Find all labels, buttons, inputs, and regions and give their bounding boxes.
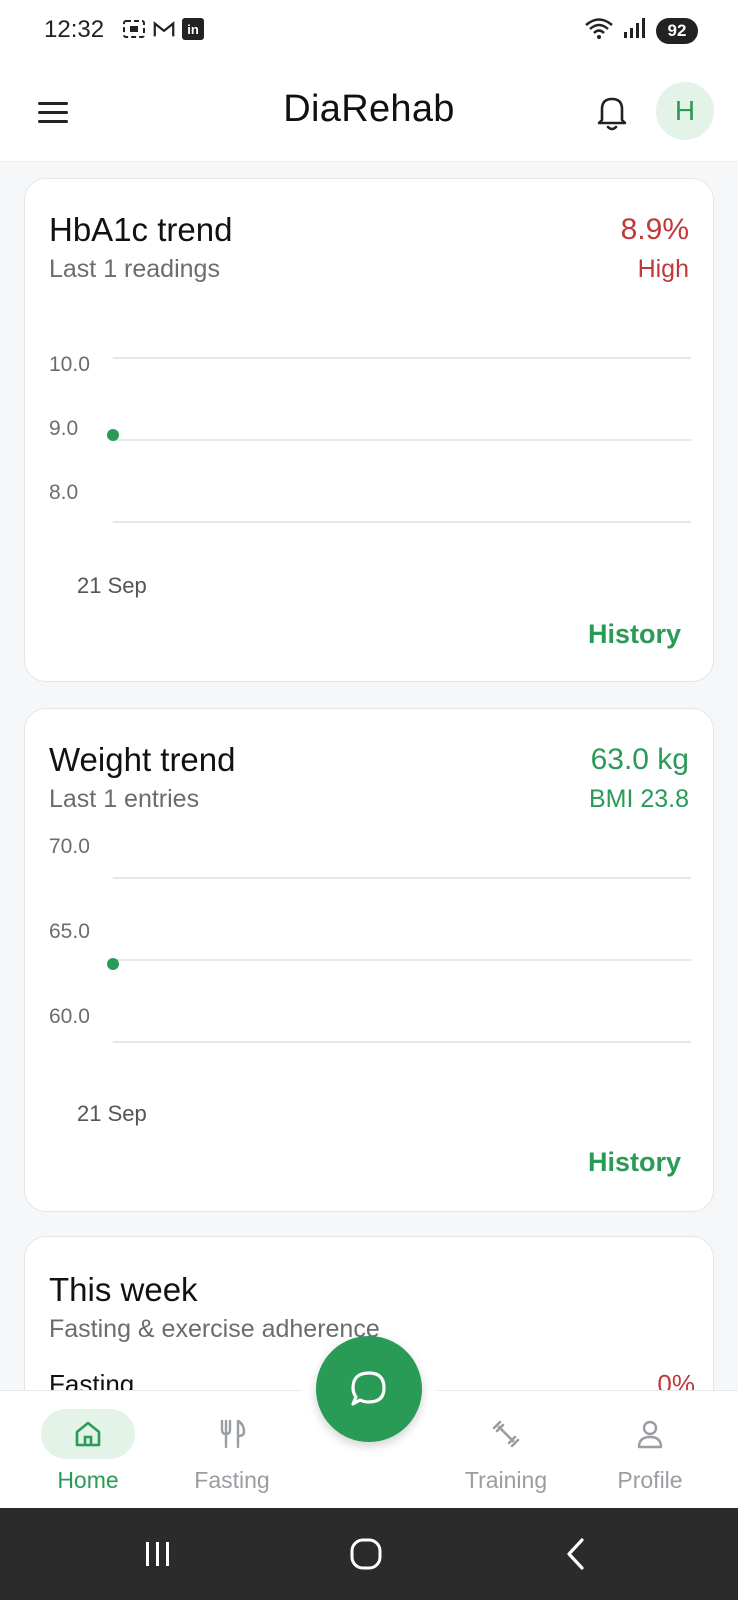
weight-x-label: 21 Sep bbox=[77, 1101, 147, 1126]
weight-grid-line bbox=[113, 959, 691, 961]
wifi-icon bbox=[584, 16, 614, 45]
notification-icons: in bbox=[122, 18, 204, 40]
fasting-adherence-value: 0% bbox=[657, 1369, 695, 1391]
home-icon bbox=[75, 1421, 101, 1447]
nav-home[interactable]: Home bbox=[18, 1391, 158, 1509]
hba1c-card: HbA1c trend Last 1 readings 8.9% High 10… bbox=[24, 178, 714, 682]
hba1c-title: HbA1c trend bbox=[49, 211, 233, 248]
status-time: 12:32 bbox=[44, 16, 105, 43]
linkedin-icon: in bbox=[182, 18, 204, 40]
hba1c-grid-line bbox=[113, 357, 691, 359]
home-circle-icon bbox=[350, 1538, 382, 1570]
weight-history-button[interactable]: History bbox=[588, 1147, 681, 1178]
weight-card: Weight trend Last 1 entries 63.0 kg BMI … bbox=[24, 708, 714, 1212]
hba1c-y-tick: 9.0 bbox=[49, 417, 79, 440]
nav-training-label: Training bbox=[464, 1467, 548, 1493]
weight-grid-line bbox=[113, 877, 691, 879]
this-week-subtitle: Fasting & exercise adherence bbox=[49, 1315, 380, 1343]
weight-data-point[interactable] bbox=[107, 958, 119, 970]
hba1c-status: High bbox=[637, 255, 689, 283]
hba1c-x-label: 21 Sep bbox=[77, 573, 147, 598]
fasting-adherence-label: Fasting bbox=[49, 1369, 135, 1391]
nav-home-label: Home bbox=[57, 1467, 119, 1493]
gmail-icon bbox=[152, 18, 176, 40]
weight-y-tick: 60.0 bbox=[49, 1005, 90, 1028]
app-bar: DiaRehab H bbox=[0, 62, 738, 162]
status-bar: 12:32 in 92 bbox=[0, 0, 738, 62]
bell-icon bbox=[597, 97, 627, 131]
weight-title: Weight trend bbox=[49, 741, 236, 778]
hba1c-data-point[interactable] bbox=[107, 429, 119, 441]
bmi-value: BMI 23.8 bbox=[588, 785, 689, 813]
nav-training[interactable]: Training bbox=[436, 1391, 576, 1509]
notifications-button[interactable] bbox=[592, 90, 632, 134]
hba1c-grid-line bbox=[113, 439, 691, 441]
person-icon bbox=[637, 1420, 663, 1449]
nav-home-indicator bbox=[41, 1409, 135, 1459]
battery-level: 92 bbox=[656, 17, 698, 44]
nav-fasting-indicator bbox=[185, 1409, 279, 1459]
nav-training-indicator bbox=[459, 1409, 553, 1459]
hba1c-value: 8.9% bbox=[620, 213, 689, 246]
back-icon bbox=[567, 1538, 584, 1570]
weight-subtitle: Last 1 entries bbox=[49, 785, 200, 813]
avatar[interactable]: H bbox=[656, 82, 714, 140]
screen-record-icon bbox=[122, 18, 146, 40]
hba1c-history-button[interactable]: History bbox=[588, 619, 681, 650]
hba1c-y-tick: 10.0 bbox=[49, 353, 90, 376]
system-nav-bar bbox=[0, 1508, 738, 1600]
recent-apps-icon bbox=[146, 1542, 169, 1566]
weight-grid-line bbox=[113, 1041, 691, 1043]
back-button[interactable] bbox=[546, 1532, 606, 1576]
hba1c-grid-line bbox=[113, 521, 691, 523]
weight-value: 63.0 kg bbox=[590, 743, 689, 776]
dumbbell-icon bbox=[492, 1420, 520, 1448]
weight-y-tick: 65.0 bbox=[49, 920, 90, 943]
nav-fasting[interactable]: Fasting bbox=[162, 1391, 302, 1509]
hba1c-subtitle: Last 1 readings bbox=[49, 255, 220, 283]
this-week-title: This week bbox=[49, 1271, 198, 1308]
chat-button[interactable] bbox=[316, 1336, 422, 1442]
nav-profile[interactable]: Profile bbox=[580, 1391, 720, 1509]
chat-icon bbox=[351, 1371, 386, 1406]
nav-profile-indicator bbox=[603, 1409, 697, 1459]
signal-icon bbox=[622, 16, 648, 45]
hba1c-y-tick: 8.0 bbox=[49, 481, 79, 504]
recent-apps-button[interactable] bbox=[128, 1532, 188, 1576]
home-system-button[interactable] bbox=[336, 1532, 396, 1576]
nav-profile-label: Profile bbox=[617, 1467, 683, 1493]
nav-fasting-label: Fasting bbox=[194, 1467, 270, 1493]
weight-y-tick: 70.0 bbox=[49, 835, 90, 858]
fork-knife-icon bbox=[220, 1419, 246, 1449]
system-status-icons: 92 bbox=[584, 16, 698, 45]
